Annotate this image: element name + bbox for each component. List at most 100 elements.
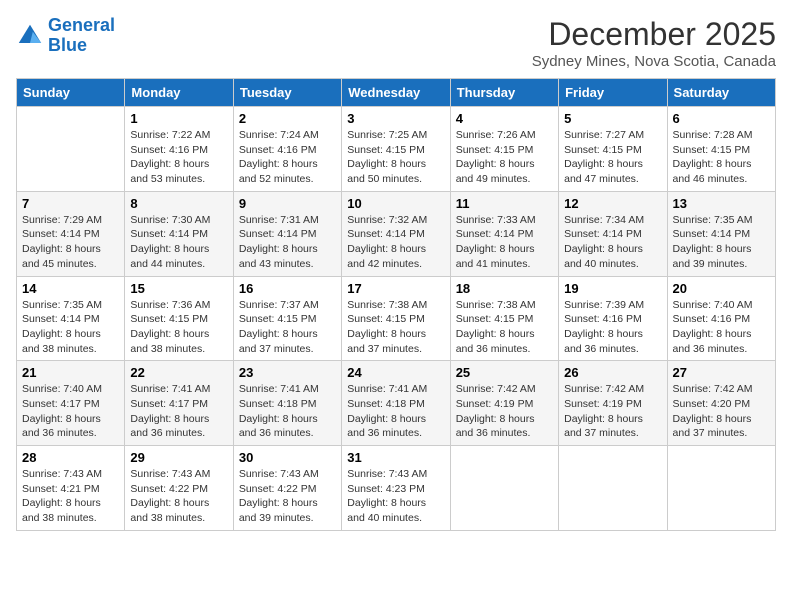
calendar-cell: 9 Sunrise: 7:31 AM Sunset: 4:14 PM Daylig… xyxy=(233,191,341,276)
day-info: Sunrise: 7:43 AM Sunset: 4:21 PM Dayligh… xyxy=(22,467,119,526)
calendar-cell: 30Sunrise: 7:43 AM Sunset: 4:22 PM Dayli… xyxy=(233,446,341,531)
day-number: 5 xyxy=(564,111,661,126)
calendar-cell xyxy=(450,446,558,531)
day-info: Sunrise: 7:27 AM Sunset: 4:15 PM Dayligh… xyxy=(564,128,661,187)
calendar-cell: 15Sunrise: 7:36 AM Sunset: 4:15 PM Dayli… xyxy=(125,276,233,361)
calendar-cell: 12 Sunrise: 7:34 AM Sunset: 4:14 PM Dayli… xyxy=(559,191,667,276)
day-info: Sunrise: 7:41 AM Sunset: 4:18 PM Dayligh… xyxy=(239,382,336,441)
day-info: Sunrise: 7:35 AM Sunset: 4:14 PM Dayligh… xyxy=(673,213,770,272)
day-number: 29 xyxy=(130,450,227,465)
day-number: 11 xyxy=(456,196,553,211)
day-number: 22 xyxy=(130,365,227,380)
calendar-cell: 23Sunrise: 7:41 AM Sunset: 4:18 PM Dayli… xyxy=(233,361,341,446)
calendar-table: SundayMondayTuesdayWednesdayThursdayFrid… xyxy=(16,78,776,531)
calendar-cell: 27Sunrise: 7:42 AM Sunset: 4:20 PM Dayli… xyxy=(667,361,775,446)
day-info: Sunrise: 7:42 AM Sunset: 4:19 PM Dayligh… xyxy=(456,382,553,441)
day-number: 18 xyxy=(456,281,553,296)
day-info: Sunrise: 7:43 AM Sunset: 4:23 PM Dayligh… xyxy=(347,467,444,526)
day-info: Sunrise: 7:41 AM Sunset: 4:17 PM Dayligh… xyxy=(130,382,227,441)
day-info: Sunrise: 7:30 AM Sunset: 4:14 PM Dayligh… xyxy=(130,213,227,272)
day-info: Sunrise: 7:24 AM Sunset: 4:16 PM Dayligh… xyxy=(239,128,336,187)
calendar-cell: 10 Sunrise: 7:32 AM Sunset: 4:14 PM Dayli… xyxy=(342,191,450,276)
day-info: Sunrise: 7:40 AM Sunset: 4:17 PM Dayligh… xyxy=(22,382,119,441)
calendar-cell xyxy=(17,107,125,192)
header: General Blue December 2025 Sydney Mines,… xyxy=(16,16,776,70)
calendar-cell: 4 Sunrise: 7:26 AM Sunset: 4:15 PM Daylig… xyxy=(450,107,558,192)
day-info: Sunrise: 7:37 AM Sunset: 4:15 PM Dayligh… xyxy=(239,298,336,357)
day-number: 30 xyxy=(239,450,336,465)
calendar-week-row: 14Sunrise: 7:35 AM Sunset: 4:14 PM Dayli… xyxy=(17,276,776,361)
main-title: December 2025 xyxy=(532,16,776,53)
day-of-week-header: Wednesday xyxy=(342,79,450,107)
calendar-cell: 19 Sunrise: 7:39 AM Sunset: 4:16 PM Dayli… xyxy=(559,276,667,361)
calendar-body: 1Sunrise: 7:22 AM Sunset: 4:16 PM Daylig… xyxy=(17,107,776,531)
calendar-week-row: 7 Sunrise: 7:29 AM Sunset: 4:14 PM Daylig… xyxy=(17,191,776,276)
calendar-cell: 21 Sunrise: 7:40 AM Sunset: 4:17 PM Dayli… xyxy=(17,361,125,446)
day-info: Sunrise: 7:25 AM Sunset: 4:15 PM Dayligh… xyxy=(347,128,444,187)
day-number: 21 xyxy=(22,365,119,380)
day-info: Sunrise: 7:42 AM Sunset: 4:19 PM Dayligh… xyxy=(564,382,661,441)
day-of-week-header: Friday xyxy=(559,79,667,107)
day-info: Sunrise: 7:31 AM Sunset: 4:14 PM Dayligh… xyxy=(239,213,336,272)
day-info: Sunrise: 7:38 AM Sunset: 4:15 PM Dayligh… xyxy=(456,298,553,357)
calendar-cell: 18 Sunrise: 7:38 AM Sunset: 4:15 PM Dayli… xyxy=(450,276,558,361)
day-number: 25 xyxy=(456,365,553,380)
calendar-cell: 24 Sunrise: 7:41 AM Sunset: 4:18 PM Dayli… xyxy=(342,361,450,446)
day-number: 13 xyxy=(673,196,770,211)
day-number: 10 xyxy=(347,196,444,211)
day-info: Sunrise: 7:22 AM Sunset: 4:16 PM Dayligh… xyxy=(130,128,227,187)
days-of-week-row: SundayMondayTuesdayWednesdayThursdayFrid… xyxy=(17,79,776,107)
day-info: Sunrise: 7:29 AM Sunset: 4:14 PM Dayligh… xyxy=(22,213,119,272)
calendar-cell: 20Sunrise: 7:40 AM Sunset: 4:16 PM Dayli… xyxy=(667,276,775,361)
day-number: 4 xyxy=(456,111,553,126)
day-number: 19 xyxy=(564,281,661,296)
logo-line1: General xyxy=(48,15,115,35)
day-number: 6 xyxy=(673,111,770,126)
day-of-week-header: Tuesday xyxy=(233,79,341,107)
day-number: 3 xyxy=(347,111,444,126)
calendar-cell xyxy=(559,446,667,531)
calendar-cell: 26 Sunrise: 7:42 AM Sunset: 4:19 PM Dayli… xyxy=(559,361,667,446)
day-of-week-header: Saturday xyxy=(667,79,775,107)
day-of-week-header: Monday xyxy=(125,79,233,107)
calendar-cell: 29 Sunrise: 7:43 AM Sunset: 4:22 PM Dayli… xyxy=(125,446,233,531)
day-info: Sunrise: 7:40 AM Sunset: 4:16 PM Dayligh… xyxy=(673,298,770,357)
day-info: Sunrise: 7:32 AM Sunset: 4:14 PM Dayligh… xyxy=(347,213,444,272)
calendar-cell: 8 Sunrise: 7:30 AM Sunset: 4:14 PM Daylig… xyxy=(125,191,233,276)
day-number: 9 xyxy=(239,196,336,211)
calendar-cell: 13 Sunrise: 7:35 AM Sunset: 4:14 PM Dayli… xyxy=(667,191,775,276)
day-number: 7 xyxy=(22,196,119,211)
day-info: Sunrise: 7:33 AM Sunset: 4:14 PM Dayligh… xyxy=(456,213,553,272)
day-info: Sunrise: 7:42 AM Sunset: 4:20 PM Dayligh… xyxy=(673,382,770,441)
calendar-cell: 31 Sunrise: 7:43 AM Sunset: 4:23 PM Dayli… xyxy=(342,446,450,531)
calendar-cell: 14Sunrise: 7:35 AM Sunset: 4:14 PM Dayli… xyxy=(17,276,125,361)
calendar-cell xyxy=(667,446,775,531)
calendar-cell: 22 Sunrise: 7:41 AM Sunset: 4:17 PM Dayli… xyxy=(125,361,233,446)
day-info: Sunrise: 7:28 AM Sunset: 4:15 PM Dayligh… xyxy=(673,128,770,187)
day-number: 2 xyxy=(239,111,336,126)
day-info: Sunrise: 7:43 AM Sunset: 4:22 PM Dayligh… xyxy=(130,467,227,526)
day-of-week-header: Sunday xyxy=(17,79,125,107)
day-of-week-header: Thursday xyxy=(450,79,558,107)
day-number: 24 xyxy=(347,365,444,380)
day-info: Sunrise: 7:34 AM Sunset: 4:14 PM Dayligh… xyxy=(564,213,661,272)
logo-icon xyxy=(16,22,44,50)
logo: General Blue xyxy=(16,16,115,56)
calendar-cell: 17Sunrise: 7:38 AM Sunset: 4:15 PM Dayli… xyxy=(342,276,450,361)
day-info: Sunrise: 7:26 AM Sunset: 4:15 PM Dayligh… xyxy=(456,128,553,187)
calendar-week-row: 28Sunrise: 7:43 AM Sunset: 4:21 PM Dayli… xyxy=(17,446,776,531)
day-number: 26 xyxy=(564,365,661,380)
calendar-cell: 1Sunrise: 7:22 AM Sunset: 4:16 PM Daylig… xyxy=(125,107,233,192)
calendar-cell: 11 Sunrise: 7:33 AM Sunset: 4:14 PM Dayli… xyxy=(450,191,558,276)
day-info: Sunrise: 7:41 AM Sunset: 4:18 PM Dayligh… xyxy=(347,382,444,441)
calendar-cell: 7 Sunrise: 7:29 AM Sunset: 4:14 PM Daylig… xyxy=(17,191,125,276)
day-number: 8 xyxy=(130,196,227,211)
day-number: 31 xyxy=(347,450,444,465)
calendar-cell: 25 Sunrise: 7:42 AM Sunset: 4:19 PM Dayli… xyxy=(450,361,558,446)
day-number: 12 xyxy=(564,196,661,211)
day-info: Sunrise: 7:39 AM Sunset: 4:16 PM Dayligh… xyxy=(564,298,661,357)
logo-line2: Blue xyxy=(48,35,87,55)
logo-text: General Blue xyxy=(48,16,115,56)
subtitle: Sydney Mines, Nova Scotia, Canada xyxy=(532,53,776,70)
day-info: Sunrise: 7:35 AM Sunset: 4:14 PM Dayligh… xyxy=(22,298,119,357)
